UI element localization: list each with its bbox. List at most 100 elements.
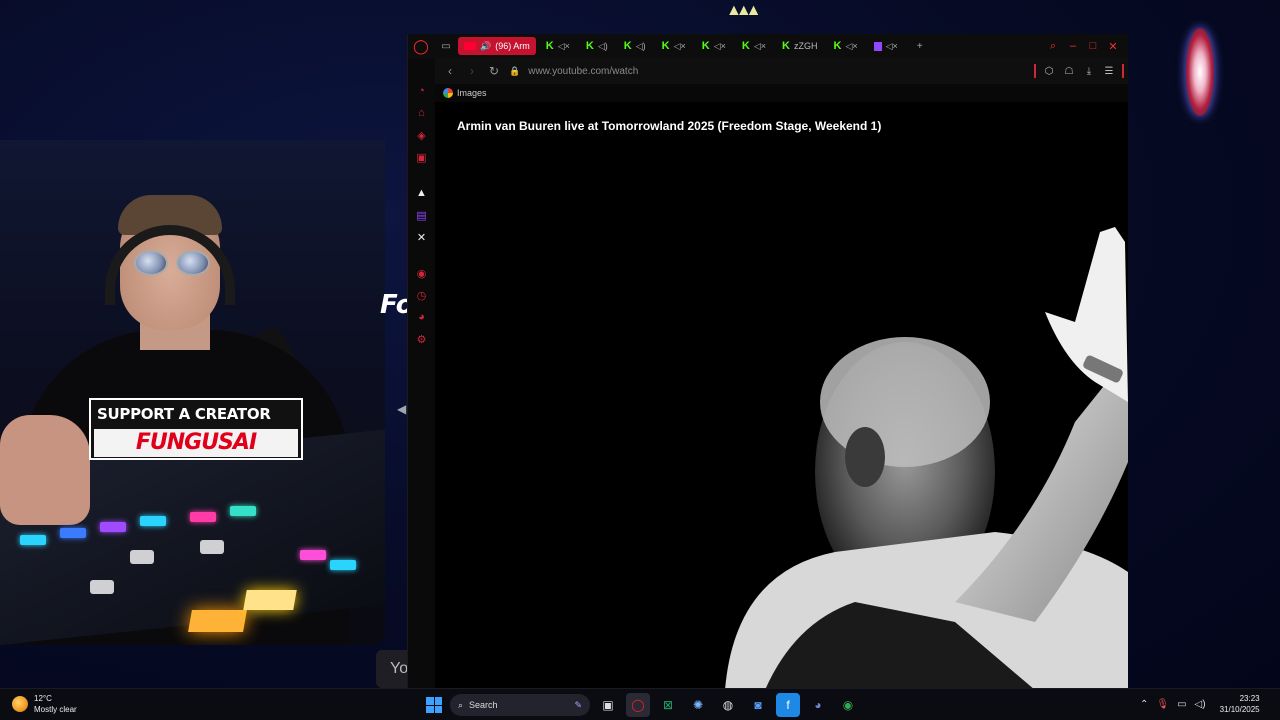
tab-overview-icon[interactable]: ▭ [434,34,458,58]
console-fader [90,580,114,594]
bookmarks-icon[interactable]: ◕ [413,308,431,326]
creator-code: FUNGUSAI [94,429,298,457]
steam-like-icon[interactable]: ◙ [746,693,770,717]
history-icon[interactable]: ◷ [413,286,431,304]
google-icon [443,88,453,98]
chevron-up-icon[interactable]: ⌃ [1140,699,1148,710]
taskbar-search[interactable]: ⌕ Search ✎ [450,694,590,716]
kick-icon: K [701,40,710,52]
sunglasses-left [134,250,168,276]
lock-icon[interactable]: 🔒 [509,66,520,77]
tab-youtube[interactable]: 🔊 (96) Arm [458,37,536,55]
speed-dial-icon[interactable]: ◔ [413,82,431,100]
x-icon[interactable]: ✕ [413,228,431,246]
console-pad [300,550,326,560]
app-shell-icon[interactable]: ✺ [686,693,710,717]
muted-speaker-icon[interactable]: ◁× [714,41,726,52]
opera-logo-icon[interactable]: ◯ [408,34,434,58]
video-frame[interactable] [435,102,1128,690]
volume-icon[interactable]: ◁) [1195,699,1206,710]
shopping-icon[interactable]: ⌂ [413,104,431,122]
console-glow-pad [243,590,297,610]
easy-setup-icon[interactable]: ☰ [1102,66,1116,77]
tab-kick[interactable]: K ◁× [736,37,772,55]
search-highlight-icon: ✎ [574,699,582,710]
weather-widget[interactable]: 12°C Mostly clear [12,693,77,715]
tab-kick[interactable]: K ◁) [618,37,652,55]
back-icon[interactable]: ‹ [443,64,457,78]
settings-icon[interactable]: ⚙ [413,330,431,348]
speaker-icon[interactable]: ◁) [598,41,608,52]
kick-icon: K [741,40,750,52]
tab-kick[interactable]: K zZGH [776,37,823,55]
muted-speaker-icon[interactable]: ◁× [558,41,570,52]
accent-divider [1034,64,1036,78]
task-view-icon[interactable]: ▣ [596,693,620,717]
search-tabs-icon[interactable]: ⌕ [1044,36,1062,56]
console-pad [190,512,216,522]
obs-icon[interactable]: ◍ [716,693,740,717]
opera-gx-icon[interactable]: ◯ [626,693,650,717]
time: 23:23 [1239,694,1260,703]
file-app-icon[interactable]: f [776,693,800,717]
weather-icon [12,696,28,712]
speaker-icon[interactable]: ◁) [636,41,646,52]
extensions-icon[interactable]: ⬡ [1042,66,1056,77]
minimize-icon[interactable]: – [1064,36,1082,56]
forward-icon[interactable]: › [465,64,479,78]
search-icon: ⌕ [458,699,464,710]
console-pad [330,560,356,570]
tab-strip: ◯ ▭ 🔊 (96) Arm K ◁× K ◁) K ◁) K ◁× K ◁× … [408,34,1128,58]
start-button[interactable] [424,695,444,715]
kick-icon: K [623,40,632,52]
messenger-icon[interactable]: ◈ [413,126,431,144]
tab-kick[interactable]: K ◁× [656,37,692,55]
chrome-icon[interactable]: ◉ [836,693,860,717]
muted-speaker-icon[interactable]: ◁× [754,41,766,52]
kick-icon: K [782,40,790,52]
system-tray: ⌃ 🎙 ▭ ◁) 23:23 31/10/2025 [1140,693,1260,715]
temperature: 12°C [34,694,52,703]
streamer-hand [0,415,90,525]
taskbar: 12°C Mostly clear ⌕ Search ✎ ▣ ◯ ⊠ ✺ ◍ ◙… [0,688,1280,720]
url-field[interactable]: www.youtube.com/watch [528,66,638,77]
close-icon[interactable]: ✕ [1104,36,1122,56]
search-placeholder: Search [469,700,498,710]
bookmarks-bar: Images [435,84,1128,102]
bookmark-images[interactable]: Images [457,88,487,98]
tab-kick[interactable]: K ◁) [580,37,614,55]
kick-icon: K [661,40,670,52]
speaker-icon[interactable]: 🔊 [480,41,491,52]
video-title: Armin van Buuren live at Tomorrowland 20… [457,119,882,133]
player-icon[interactable]: ◉ [413,264,431,282]
tab-kick[interactable]: K ◁× [828,37,864,55]
muted-speaker-icon[interactable]: ◁× [674,41,686,52]
excel-icon[interactable]: ⊠ [656,693,680,717]
tab-label: (96) Arm [495,41,530,51]
tab-kick[interactable]: K ◁× [540,37,576,55]
microphone-icon[interactable]: 🎙 [1156,699,1169,710]
weather-description: Mostly clear [34,705,77,714]
muted-speaker-icon[interactable]: ◁× [845,41,857,52]
browser-window: ◯ ▭ 🔊 (96) Arm K ◁× K ◁) K ◁) K ◁× K ◁× … [407,34,1128,690]
tab-twitch[interactable]: ◁× [868,37,904,55]
youtube-icon [464,42,476,50]
maximize-icon[interactable]: □ [1084,36,1102,56]
music-icon[interactable]: ▣ [413,148,431,166]
download-icon[interactable]: ⤓ [1082,66,1096,77]
tab-kick[interactable]: K ◁× [696,37,732,55]
console-pad [140,516,166,526]
account-icon[interactable]: ☖ [1062,66,1076,77]
muted-speaker-icon[interactable]: ◁× [886,41,898,52]
twitch-icon[interactable]: ▤ [413,206,431,224]
new-tab-icon[interactable]: + [908,34,932,58]
aria-icon[interactable]: ▲ [413,184,431,202]
accent-divider [1122,64,1124,78]
address-bar: ‹ › ↻ 🔒 www.youtube.com/watch ⬡ ☖ ⤓ ☰ [435,58,1128,84]
clock[interactable]: 23:23 31/10/2025 [1220,693,1260,715]
video-player[interactable]: Armin van Buuren live at Tomorrowland 20… [435,102,1128,690]
network-icon[interactable]: ▭ [1177,699,1186,710]
reload-icon[interactable]: ↻ [487,64,501,78]
disc-logo-icon [1186,28,1214,116]
discord-icon[interactable]: ◕ [806,693,830,717]
